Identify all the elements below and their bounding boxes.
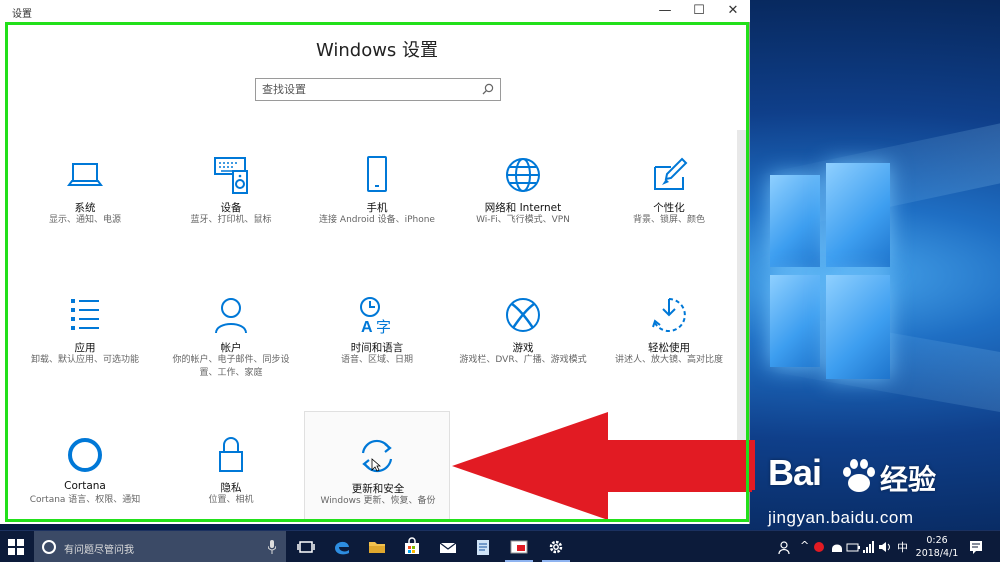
- windows-logo-wallpaper: [760, 163, 890, 379]
- tile-name: 设备: [220, 202, 242, 214]
- window-title: 设置: [12, 9, 32, 20]
- input-method-indicator[interactable]: 中: [897, 539, 908, 555]
- person-icon: [215, 298, 247, 334]
- mouse-cursor-icon: [371, 458, 381, 472]
- tile-name: 应用: [74, 342, 96, 354]
- watermark-suffix: 经验: [880, 463, 937, 496]
- red-scrollbar-highlight: [737, 440, 755, 490]
- system-clock[interactable]: 0:26 2018/4/1: [912, 534, 962, 560]
- tile-apps[interactable]: 应用 卸载、默认应用、可选功能: [12, 295, 158, 407]
- tile-description: 你的帐户、电子邮件、同步设置、工作、家庭: [172, 355, 290, 378]
- cortana-search-box[interactable]: 有问题尽管问我: [34, 531, 286, 562]
- tile-description: 位置、相机: [208, 495, 254, 505]
- volume-icon[interactable]: [878, 537, 892, 557]
- tile-name: 个性化: [653, 202, 685, 214]
- tray-app-icon[interactable]: [830, 537, 844, 557]
- tile-name: 系统: [74, 202, 96, 214]
- red-arrow-annotation: [452, 412, 752, 520]
- notepad-app-icon[interactable]: [473, 537, 493, 557]
- search-input[interactable]: [262, 81, 472, 98]
- file-explorer-icon[interactable]: [367, 537, 387, 557]
- clock-time: 0:26: [926, 535, 948, 546]
- tile-name: 轻松使用: [648, 342, 690, 354]
- cortana-search-text: 有问题尽管问我: [64, 545, 134, 556]
- network-icon[interactable]: [862, 537, 876, 557]
- windows-start-icon[interactable]: [8, 539, 24, 555]
- people-icon[interactable]: [778, 537, 792, 557]
- tile-description: 讲述人、放大镜、高对比度: [614, 355, 723, 365]
- tile-ease-of-access[interactable]: 轻松使用 讲述人、放大镜、高对比度: [596, 295, 742, 407]
- action-center-icon[interactable]: [968, 537, 984, 557]
- maximize-button[interactable]: ☐: [682, 0, 716, 22]
- taskbar: 有问题尽管问我 ^ 中 0:26 2018/4/1: [0, 530, 1000, 562]
- tile-description: 语音、区域、日期: [340, 355, 413, 365]
- settings-gear-icon[interactable]: [546, 537, 566, 557]
- tile-gaming[interactable]: 游戏 游戏栏、DVR、广播、游戏模式: [450, 295, 596, 407]
- paintbrush-icon: [654, 157, 688, 190]
- tile-description: 游戏栏、DVR、广播、游戏模式: [459, 355, 587, 365]
- tile-description: 蓝牙、打印机、鼠标: [190, 215, 272, 225]
- svg-text:字: 字: [376, 318, 391, 335]
- tile-name: 帐户: [220, 342, 242, 354]
- tile-update-security[interactable]: 更新和安全 Windows 更新、恢复、备份: [304, 411, 450, 521]
- tray-app-icon[interactable]: [812, 537, 826, 557]
- laptop-icon: [67, 163, 103, 186]
- tile-name: 更新和安全: [351, 483, 405, 495]
- cortana-circle-icon: [42, 540, 56, 554]
- ease-of-access-icon: [652, 298, 686, 332]
- paw-icon: [843, 459, 875, 492]
- store-icon[interactable]: [402, 537, 422, 557]
- tile-devices[interactable]: 设备 蓝牙、打印机、鼠标: [158, 155, 304, 267]
- xbox-icon: [506, 298, 540, 332]
- baidu-watermark: Bai 经验 jingyan.baidu.com: [768, 452, 1000, 530]
- tile-description: 背景、锁屏、颜色: [632, 215, 705, 225]
- tile-name: Cortana: [64, 480, 106, 492]
- tile-name: 手机: [366, 202, 388, 214]
- show-hidden-icons-chevron-icon[interactable]: ^: [800, 539, 809, 552]
- globe-icon: [506, 158, 540, 192]
- lock-icon: [219, 437, 243, 472]
- watermark-brand: Bai: [768, 452, 822, 493]
- cortana-icon: [68, 438, 102, 472]
- edge-browser-icon[interactable]: [332, 537, 352, 557]
- tile-description: 卸载、默认应用、可选功能: [30, 355, 139, 365]
- time-language-icon: A 字: [360, 297, 391, 335]
- phone-icon: [367, 156, 387, 192]
- search-field[interactable]: [255, 78, 501, 101]
- watermark-url: jingyan.baidu.com: [768, 508, 914, 527]
- tile-network[interactable]: 网络和 Internet Wi-Fi、飞行模式、VPN: [450, 155, 596, 267]
- tile-description: Wi-Fi、飞行模式、VPN: [476, 215, 570, 225]
- screenshot-app-icon[interactable]: [509, 537, 529, 557]
- title-bar[interactable]: 设置 — ☐ ✕: [0, 0, 750, 22]
- minimize-button[interactable]: —: [648, 0, 682, 22]
- battery-icon[interactable]: [846, 537, 860, 557]
- tile-personalization[interactable]: 个性化 背景、锁屏、颜色: [596, 155, 742, 267]
- tile-name: 网络和 Internet: [484, 202, 562, 214]
- microphone-icon[interactable]: [268, 540, 276, 554]
- task-view-icon[interactable]: [296, 537, 316, 557]
- tile-name: 隐私: [220, 482, 242, 494]
- tile-time-language[interactable]: A 字 时间和语言 语音、区域、日期: [304, 295, 450, 407]
- page-title: Windows 设置: [315, 40, 439, 61]
- tile-name: 游戏: [512, 342, 534, 354]
- mail-icon[interactable]: [438, 537, 458, 557]
- tile-description: Windows 更新、恢复、备份: [320, 496, 436, 506]
- clock-date: 2018/4/1: [915, 548, 959, 559]
- tile-description: 显示、通知、电源: [48, 215, 121, 225]
- tile-accounts[interactable]: 帐户 你的帐户、电子邮件、同步设置、工作、家庭: [158, 295, 304, 407]
- svg-text:A: A: [361, 319, 373, 335]
- search-icon: [482, 83, 494, 95]
- tile-system[interactable]: 系统 显示、通知、电源: [12, 155, 158, 267]
- tile-description: Cortana 语言、权限、通知: [29, 495, 141, 505]
- apps-list-icon: [71, 299, 99, 330]
- tile-description: 连接 Android 设备、iPhone: [319, 215, 435, 225]
- close-button[interactable]: ✕: [716, 0, 750, 22]
- tile-phone[interactable]: 手机 连接 Android 设备、iPhone: [304, 155, 450, 267]
- tile-name: 时间和语言: [350, 342, 404, 354]
- devices-icon: [214, 157, 248, 194]
